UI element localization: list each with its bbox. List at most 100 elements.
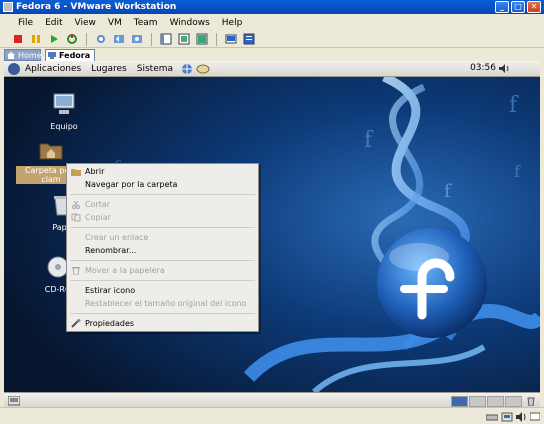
workspace-1[interactable] <box>451 396 468 407</box>
home-folder-icon <box>39 143 63 160</box>
toolbar-separator <box>216 32 217 46</box>
gnome-bottom-panel <box>4 392 540 407</box>
mail-icon[interactable] <box>196 63 210 75</box>
minimize-button[interactable]: _ <box>495 1 509 13</box>
stop-icon <box>14 35 22 43</box>
menu-bar: File Edit View VM Team Windows Help <box>0 14 544 31</box>
menu-item-navegar[interactable]: Navegar por la carpeta <box>67 178 258 191</box>
sidebar-icon <box>160 33 172 45</box>
network-adapter-icon[interactable] <box>501 412 513 422</box>
menu-item-abrir[interactable]: Abrir <box>67 165 258 178</box>
suspend-button[interactable] <box>29 32 43 46</box>
network-icon[interactable] <box>180 63 194 75</box>
menu-edit[interactable]: Edit <box>39 18 68 28</box>
gnome-top-panel: Aplicaciones Lugares Sistema 03:56 <box>4 61 540 77</box>
trash-applet-icon[interactable] <box>526 396 536 406</box>
menu-separator <box>70 313 255 314</box>
panel-menu-sistema[interactable]: Sistema <box>132 64 178 74</box>
tab-fedora[interactable]: Fedora 6 <box>45 49 95 71</box>
tab-bar: Home Fedora 6 <box>0 48 544 71</box>
volume-icon[interactable] <box>498 63 510 74</box>
full-screen-icon <box>196 33 208 45</box>
computer-icon <box>53 93 75 114</box>
console-icon <box>225 34 237 44</box>
reset-button[interactable] <box>65 32 79 46</box>
summary-icon <box>243 33 255 45</box>
maximize-button[interactable]: □ <box>511 1 525 13</box>
menu-item-label: Cortar <box>85 200 111 209</box>
copy-icon <box>71 213 81 222</box>
sound-icon[interactable] <box>515 412 527 422</box>
menu-item-label: Copiar <box>85 213 111 222</box>
full-screen-button[interactable] <box>195 32 209 46</box>
play-icon <box>51 35 58 43</box>
menu-item-propiedades[interactable]: Propiedades <box>67 317 258 330</box>
menu-item-mover-papelera: Mover a la papelera <box>67 264 258 277</box>
menu-item-label: Restablecer el tamaño original del icono <box>85 299 247 308</box>
window-title: Fedora 6 - VMware Workstation <box>16 2 177 12</box>
quick-switch-button[interactable] <box>177 32 191 46</box>
show-sidebar-button[interactable] <box>159 32 173 46</box>
cut-icon <box>72 200 80 209</box>
vm-icon <box>48 52 56 59</box>
vmware-status-bar <box>0 407 544 424</box>
menu-view[interactable]: View <box>69 18 102 28</box>
toolbar-separator <box>151 32 152 46</box>
menu-item-label: Renombrar... <box>85 246 137 255</box>
menu-item-label: Estirar icono <box>85 286 136 295</box>
snapshot-manager-button[interactable] <box>130 32 144 46</box>
workspace-3[interactable] <box>487 396 504 407</box>
menu-item-label: Crear un enlace <box>85 233 149 242</box>
menu-item-label: Mover a la papelera <box>85 266 165 275</box>
hard-disk-icon[interactable] <box>486 412 498 422</box>
menu-separator <box>70 227 255 228</box>
tab-home-label: Home <box>18 51 42 60</box>
menu-team[interactable]: Team <box>128 18 164 28</box>
revert-icon <box>114 35 124 43</box>
menu-item-label: Propiedades <box>85 319 135 328</box>
desktop-icon-equipo[interactable]: Equipo <box>34 91 94 131</box>
trash-icon <box>72 267 80 275</box>
menu-item-copiar: Copiar <box>67 211 258 224</box>
menu-separator <box>70 280 255 281</box>
quick-switch-icon <box>178 33 190 45</box>
show-desktop-icon[interactable] <box>8 396 20 406</box>
snapshot-button[interactable] <box>94 32 108 46</box>
home-icon <box>7 52 15 59</box>
menu-vm[interactable]: VM <box>102 18 128 28</box>
menu-item-label: Abrir <box>85 167 105 176</box>
context-menu: Abrir Navegar por la carpeta Cortar Copi… <box>66 163 259 332</box>
close-button[interactable]: ✕ <box>527 1 541 13</box>
fedora-logo-icon[interactable] <box>8 62 20 75</box>
menu-separator <box>70 260 255 261</box>
panel-menu-lugares[interactable]: Lugares <box>86 64 132 74</box>
panel-menu-aplicaciones[interactable]: Aplicaciones <box>20 64 86 74</box>
snapshot-icon <box>97 35 105 43</box>
menu-item-renombrar[interactable]: Renombrar... <box>67 244 258 257</box>
snapshot-manager-icon <box>132 35 142 43</box>
reset-icon <box>67 34 77 44</box>
menu-item-cortar: Cortar <box>67 198 258 211</box>
menu-windows[interactable]: Windows <box>164 18 216 28</box>
properties-icon <box>71 319 81 328</box>
menu-item-estirar-icono[interactable]: Estirar icono <box>67 284 258 297</box>
workspace-4[interactable] <box>505 396 522 407</box>
power-on-button[interactable] <box>47 32 61 46</box>
power-off-button[interactable] <box>11 32 25 46</box>
tab-home[interactable]: Home <box>4 49 42 61</box>
console-view-button[interactable] <box>224 32 238 46</box>
toolbar <box>0 31 544 48</box>
summary-view-button[interactable] <box>242 32 256 46</box>
menu-item-crear-enlace: Crear un enlace <box>67 231 258 244</box>
message-icon[interactable] <box>530 412 540 422</box>
pause-icon <box>32 35 40 43</box>
folder-open-icon <box>71 169 81 176</box>
panel-clock[interactable]: 03:56 <box>470 63 496 73</box>
workspace-2[interactable] <box>469 396 486 407</box>
menu-item-restablecer-tamano: Restablecer el tamaño original del icono <box>67 297 258 310</box>
revert-snapshot-button[interactable] <box>112 32 126 46</box>
menu-help[interactable]: Help <box>216 18 249 28</box>
menu-file[interactable]: File <box>12 18 39 28</box>
toolbar-separator <box>86 32 87 46</box>
vmware-app-icon <box>3 2 13 12</box>
